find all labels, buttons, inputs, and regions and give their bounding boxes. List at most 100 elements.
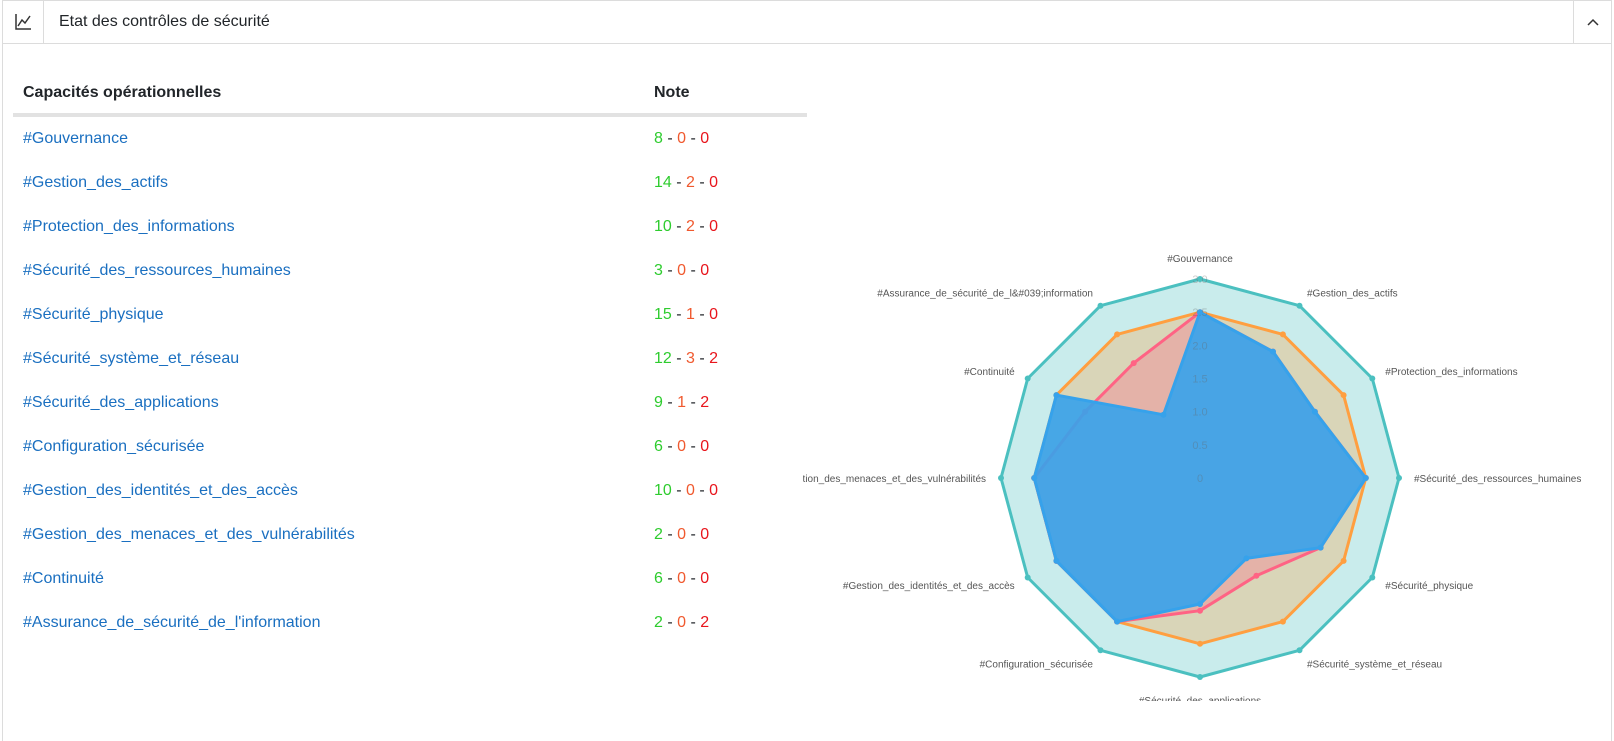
radar-point <box>1362 475 1369 481</box>
note-cell: 2 - 0 - 2 <box>654 614 710 631</box>
collapse-button[interactable] <box>1573 1 1611 43</box>
table-row: #Sécurité_des_applications 9 - 1 - 2 <box>13 381 807 425</box>
capacity-link[interactable]: #Sécurité_des_applications <box>23 394 219 411</box>
note-red: 0 <box>700 526 710 543</box>
capacity-link[interactable]: #Sécurité_système_et_réseau <box>23 350 239 367</box>
radar-point <box>1024 574 1031 581</box>
radar-chart: 3.0 2.5 2.0 1.5 1.0 0.5 0 #Gouvernance #Gestion_… <box>803 254 1581 701</box>
radar-point <box>1114 331 1121 338</box>
note-red: 0 <box>700 570 710 587</box>
capacity-link[interactable]: #Assurance_de_sécurité_de_l'information <box>23 614 320 631</box>
note-cell: 3 - 0 - 0 <box>654 262 710 279</box>
note-cell: 10 - 2 - 0 <box>654 218 719 235</box>
note-cell: 6 - 0 - 0 <box>654 570 710 587</box>
table-body: #Gouvernance 8 - 0 - 0 #Gestion_des_actifs… <box>13 115 807 645</box>
note-cell: 6 - 0 - 0 <box>654 438 710 455</box>
radar-axis-label: #Continuité <box>964 367 1015 378</box>
radar-axis-label: #Sécurité_des_ressources_humaines <box>1414 474 1581 485</box>
capacity-link[interactable]: #Configuration_sécurisée <box>23 438 204 455</box>
table-row: #Gestion_des_actifs 14 - 2 - 0 <box>13 161 807 205</box>
note-orange: 2 <box>686 218 695 235</box>
radar-point <box>1369 574 1376 581</box>
security-controls-card: Etat des contrôles de sécurité Capacités… <box>2 0 1612 741</box>
radar-point <box>1296 647 1303 654</box>
capacity-cell: #Gestion_des_menaces_et_des_vulnérabilit… <box>13 513 644 557</box>
table-header-row: Capacités opérationnelles Note <box>13 73 807 117</box>
note-green: 12 <box>654 350 672 367</box>
note-green: 2 <box>654 614 663 631</box>
capacity-cell: #Sécurité_physique <box>13 293 644 337</box>
radar-tick-label: 0.5 <box>1192 440 1207 452</box>
capacity-link[interactable]: #Sécurité_des_ressources_humaines <box>23 262 291 279</box>
table-row: #Continuité 6 - 0 - 0 <box>13 557 807 601</box>
note-red: 0 <box>709 174 719 191</box>
note-green: 10 <box>654 482 672 499</box>
radar-tick-label: 2.0 <box>1192 340 1207 352</box>
radar-point <box>1317 544 1324 551</box>
radar-point <box>1031 475 1038 481</box>
capacity-link[interactable]: #Sécurité_physique <box>23 306 164 323</box>
note-orange: 1 <box>677 394 687 411</box>
capacity-cell: #Sécurité_système_et_réseau <box>13 337 644 381</box>
note-cell: 9 - 1 - 2 <box>654 394 710 411</box>
radar-tick-label: 0 <box>1197 473 1203 485</box>
radar-axis-label: #Configuration_sécurisée <box>980 659 1094 670</box>
radar-point <box>1053 392 1060 399</box>
radar-point <box>998 475 1004 481</box>
radar-point <box>1197 601 1203 607</box>
radar-axis-label: #Sécurité_système_et_réseau <box>1307 659 1442 670</box>
radar-point <box>1160 411 1167 418</box>
radar-axis-label: #Gestion_des_identités_et_des_accès <box>843 581 1015 592</box>
card-header: Etat des contrôles de sécurité <box>3 1 1611 44</box>
table-row: #Gestion_des_identités_et_des_accès 10 - … <box>13 469 807 513</box>
note-cell: 14 - 2 - 0 <box>654 174 719 191</box>
capacity-cell: #Configuration_sécurisée <box>13 425 644 469</box>
note-green: 8 <box>654 130 663 147</box>
radar-axis-label: #Protection_des_informations <box>1385 367 1517 378</box>
radar-point <box>1340 557 1347 564</box>
radar-tick-label: 1.5 <box>1192 374 1207 386</box>
note-red: 2 <box>700 394 710 411</box>
capacity-cell: #Gestion_des_identités_et_des_accès <box>13 469 644 513</box>
column-header-note: Note <box>644 73 807 117</box>
chevron-up-icon <box>1586 18 1599 26</box>
note-green: 14 <box>654 174 672 191</box>
radar-tick-label: 1.0 <box>1192 407 1207 419</box>
note-red: 0 <box>700 130 710 147</box>
capacity-link[interactable]: #Gestion_des_actifs <box>23 174 168 191</box>
note-green: 6 <box>654 570 663 587</box>
note-orange: 2 <box>686 174 695 191</box>
note-orange: 0 <box>677 130 687 147</box>
table-row: #Gestion_des_menaces_et_des_vulnérabilit… <box>13 513 807 557</box>
capabilities-table: Capacités opérationnelles Note #Gouverna… <box>13 73 807 645</box>
note-orange: 0 <box>677 570 687 587</box>
radar-tick-label: 2.5 <box>1192 307 1207 319</box>
radar-point <box>1253 572 1260 579</box>
radar-point <box>1197 607 1203 614</box>
radar-point <box>1243 555 1250 562</box>
capacity-link[interactable]: #Gouvernance <box>23 130 128 147</box>
radar-axis-label: #Gestion_des_menaces_et_des_vulnérabilit… <box>803 474 986 485</box>
radar-point <box>1340 392 1347 399</box>
table-row: #Protection_des_informations 10 - 2 - 0 <box>13 205 807 249</box>
capacity-cell: #Sécurité_des_applications <box>13 381 644 425</box>
note-cell: 12 - 3 - 2 <box>654 350 719 367</box>
capacity-link[interactable]: #Gestion_des_identités_et_des_accès <box>23 482 298 499</box>
line-chart-icon <box>3 1 44 43</box>
note-cell: 15 - 1 - 0 <box>654 306 719 323</box>
radar-axis-label: #Gouvernance <box>1167 254 1233 265</box>
table-row: #Sécurité_physique 15 - 1 - 0 <box>13 293 807 337</box>
capacity-link[interactable]: #Protection_des_informations <box>23 218 235 235</box>
note-cell: 8 - 0 - 0 <box>654 130 710 147</box>
capacity-link[interactable]: #Gestion_des_menaces_et_des_vulnérabilit… <box>23 526 355 543</box>
column-header-capacity: Capacités opérationnelles <box>13 73 644 117</box>
note-orange: 0 <box>686 482 695 499</box>
capacity-link[interactable]: #Continuité <box>23 570 104 587</box>
radar-axis-label: #Sécurité_physique <box>1385 581 1473 592</box>
note-green: 2 <box>654 526 663 543</box>
radar-point <box>1097 302 1104 309</box>
capacity-cell: #Continuité <box>13 557 644 601</box>
note-green: 9 <box>654 394 663 411</box>
radar-point <box>1114 618 1121 625</box>
radar-point <box>1279 618 1286 625</box>
